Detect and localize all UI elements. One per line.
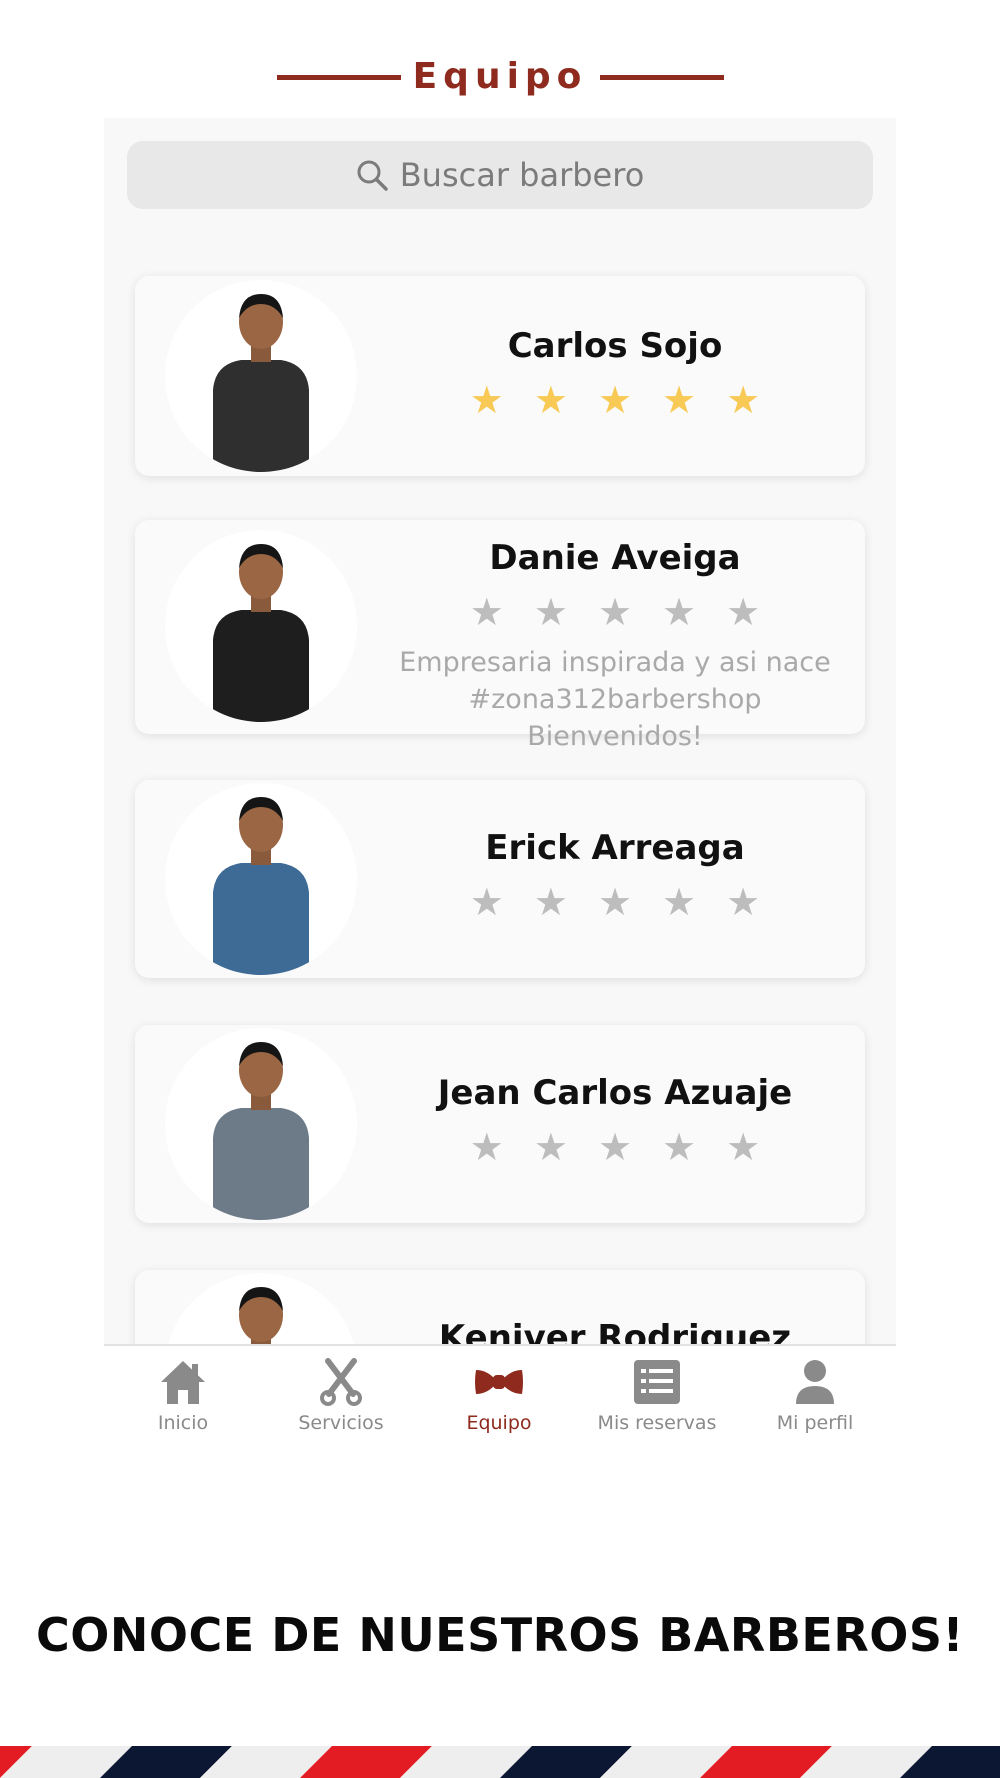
barber-name: Erick Arreaga [485, 828, 745, 868]
star-icon: ★ [597, 1125, 633, 1169]
search-icon [357, 160, 388, 191]
star-icon: ★ [469, 880, 504, 924]
star-icon: ★ [662, 378, 697, 422]
barber-name: Jean Carlos Azuaje [437, 1073, 793, 1113]
tab-servicios[interactable]: Servicios [262, 1358, 420, 1434]
header-rule-right [600, 75, 724, 80]
star-icon: ★ [533, 880, 568, 924]
rating-stars: ★ ★ ★ ★ ★ [385, 882, 845, 922]
star-icon: ★ [726, 590, 761, 634]
tab-equipo[interactable]: Equipo [420, 1358, 578, 1434]
barber-avatar [165, 783, 357, 975]
barber-name: Danie Aveiga [489, 538, 741, 578]
star-icon: ★ [597, 590, 633, 634]
tab-mi-perfil[interactable]: Mi perfil [736, 1358, 894, 1434]
star-icon: ★ [662, 880, 697, 924]
barber-name: Carlos Sojo [507, 326, 723, 366]
app-screen: Carlos Sojo ★ ★ ★ ★ ★ Danie Aveiga ★ ★ ★ ★ ★ Empresa… [104, 118, 896, 1344]
barber-card[interactable]: Keniver Rodriguez★★★★★ [135, 1270, 865, 1344]
star-icon: ★ [533, 1125, 568, 1169]
page-title: Equipo [412, 56, 588, 97]
star-icon: ★ [597, 378, 633, 422]
tab-mis-reservas[interactable]: Mis reservas [578, 1358, 736, 1434]
promo-headline: CONOCE DE NUESTROS BARBEROS! [36, 1608, 964, 1662]
star-icon: ★ [469, 1125, 504, 1169]
barber-avatar [165, 1273, 357, 1344]
star-icon: ★ [726, 1125, 761, 1169]
user-icon [796, 1360, 834, 1404]
tab-servicios-label: Servicios [298, 1412, 384, 1434]
star-icon: ★ [469, 590, 504, 634]
star-icon: ★ [662, 590, 697, 634]
star-icon: ★ [533, 590, 568, 634]
bowtie-icon [475, 1370, 523, 1394]
barber-avatar [165, 530, 357, 722]
star-icon: ★ [597, 880, 633, 924]
star-icon: ★ [662, 1125, 697, 1169]
barber-name: Keniver Rodriguez [438, 1318, 792, 1344]
star-icon: ★ [726, 378, 761, 422]
barber-avatar [165, 1028, 357, 1220]
tab-equipo-label: Equipo [466, 1412, 532, 1434]
tab-inicio-label: Inicio [157, 1412, 209, 1434]
star-icon: ★ [469, 378, 504, 422]
barber-card[interactable]: Jean Carlos Azuaje ★ ★ ★ ★ ★ [135, 1025, 865, 1223]
rating-stars: ★ ★ ★ ★ ★ [385, 1127, 845, 1167]
tab-mi-perfil-label: Mi perfil [776, 1412, 854, 1434]
bottom-tab-bar: Inicio Servicios Equipo Mis reservas Mi … [104, 1344, 896, 1454]
barber-stripe-decoration [0, 1746, 1000, 1778]
barber-bio: Empresaria inspirada y asi nace #zona312… [399, 647, 831, 752]
tab-inicio[interactable]: Inicio [104, 1358, 262, 1434]
rating-stars: ★ ★ ★ ★ ★ [385, 380, 845, 420]
tab-mis-reservas-label: Mis reservas [597, 1412, 717, 1434]
barber-avatar [165, 280, 357, 472]
search-input[interactable]: Buscar barbero [400, 156, 645, 194]
barber-card[interactable]: Erick Arreaga ★ ★ ★ ★ ★ [135, 780, 865, 978]
star-icon: ★ [533, 378, 568, 422]
scissors-icon [320, 1358, 362, 1406]
page-header: Equipo [0, 52, 1000, 104]
barber-card[interactable]: Carlos Sojo ★ ★ ★ ★ ★ [135, 276, 865, 476]
home-icon [161, 1361, 205, 1404]
rating-stars: ★ ★ ★ ★ ★ [385, 592, 845, 632]
list-icon [634, 1360, 680, 1404]
search-bar[interactable]: Buscar barbero [127, 141, 873, 209]
barber-card[interactable]: Danie Aveiga ★ ★ ★ ★ ★ Empresaria inspirada y … [135, 520, 865, 752]
barber-list[interactable]: Carlos Sojo ★ ★ ★ ★ ★ Danie Aveiga ★ ★ ★ ★ ★ Empresa… [104, 118, 896, 1344]
star-icon: ★ [726, 880, 761, 924]
